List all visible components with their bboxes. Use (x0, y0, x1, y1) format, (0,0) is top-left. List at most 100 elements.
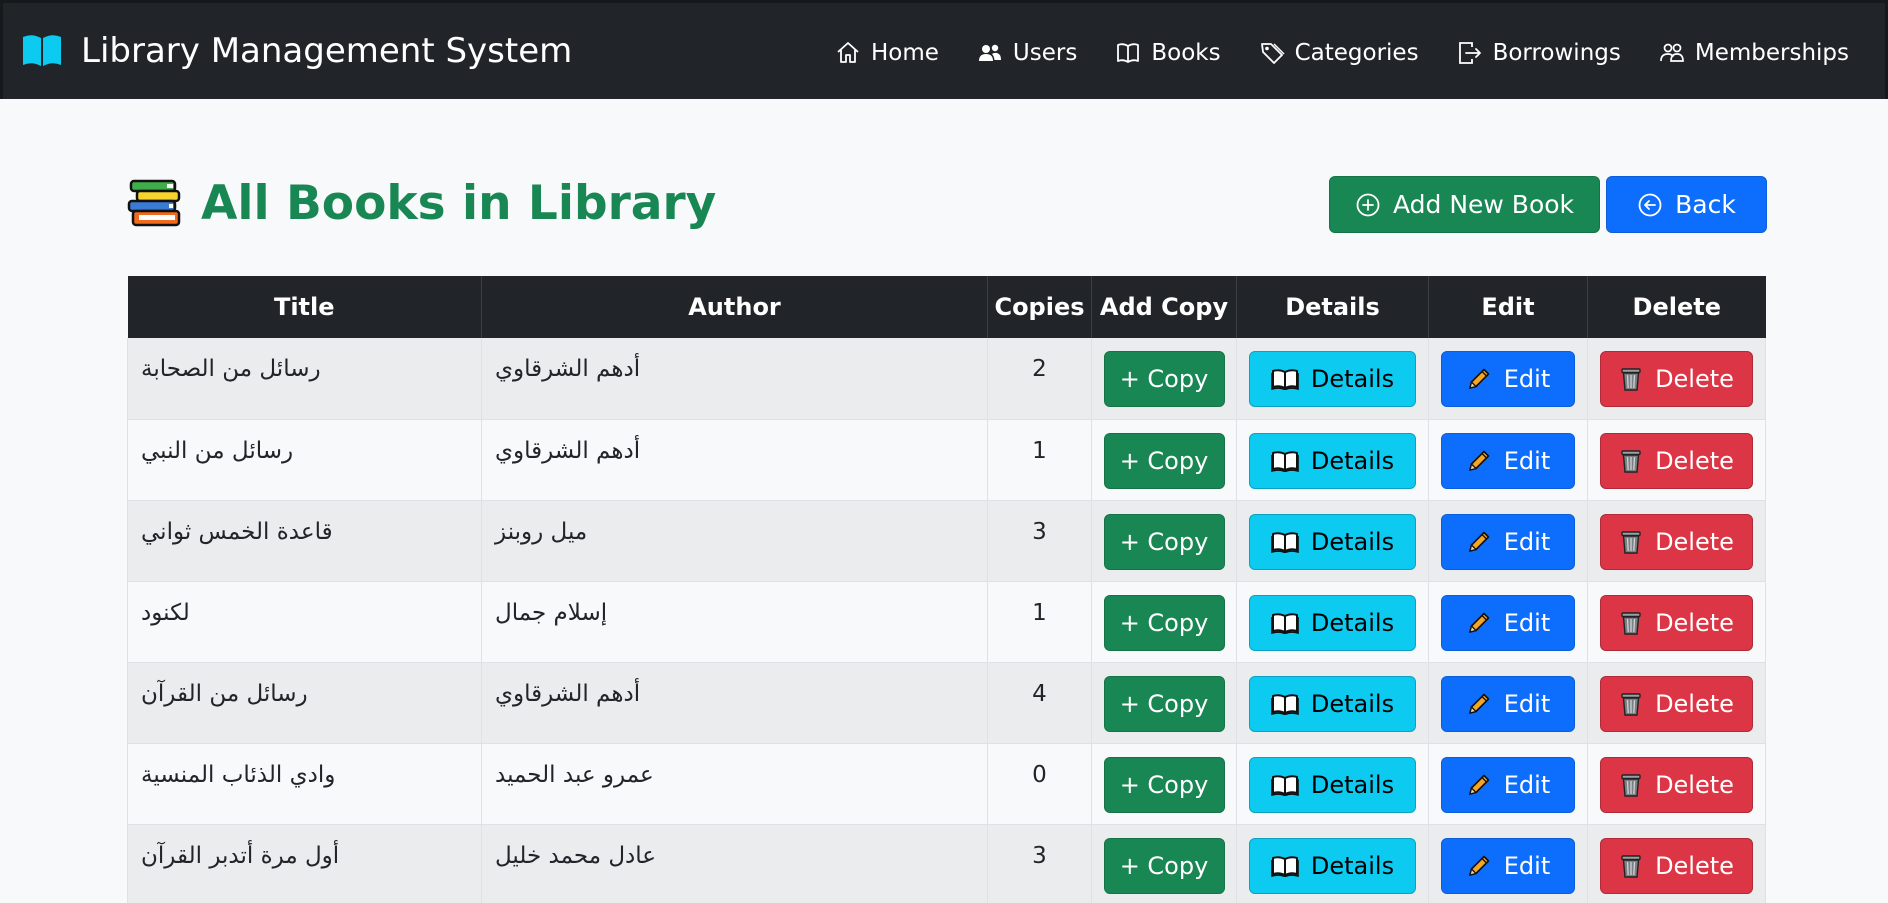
column-header-copies: Copies (987, 276, 1092, 338)
edit-button[interactable]: Edit (1441, 675, 1575, 732)
add-copy-label: + Copy (1119, 365, 1209, 393)
cell-title: رسائل من الصحابة (127, 338, 482, 420)
edit-button[interactable]: Edit (1441, 837, 1575, 894)
nav-item-categories[interactable]: Categories (1240, 33, 1438, 73)
nav-item-label: Books (1151, 40, 1221, 66)
details-button[interactable]: Details (1249, 594, 1416, 651)
add-copy-button[interactable]: + Copy (1103, 351, 1225, 407)
book-icon (1271, 369, 1299, 390)
cell-title: لكنود (127, 581, 482, 663)
book-author: ميل روبنز (495, 518, 588, 545)
edit-label: Edit (1503, 527, 1551, 556)
home-icon (837, 42, 859, 63)
pencil-icon (1468, 774, 1490, 795)
cell-details: Details (1236, 662, 1429, 744)
add-copy-button[interactable]: + Copy (1103, 675, 1225, 732)
cell-delete: Delete (1587, 662, 1766, 744)
table-row: لكنود إسلام جمال 1 + Copy Details Edit Delete (127, 581, 1766, 663)
wastebasket-icon (1621, 854, 1641, 878)
open-book-icon (23, 35, 61, 66)
page-title: All Books in Library (127, 176, 716, 231)
book-copies: 2 (1032, 356, 1047, 382)
page-title-text: All Books in Library (201, 176, 717, 231)
pencil-icon (1468, 855, 1490, 876)
book-title: قاعدة الخمس ثواني (141, 518, 333, 545)
details-label: Details (1310, 365, 1395, 393)
cell-author: ميل روبنز (481, 500, 988, 582)
cell-title: أول مرة أتدبر القرآن (127, 824, 482, 903)
cell-edit: Edit (1428, 419, 1588, 501)
add-copy-button[interactable]: + Copy (1103, 513, 1225, 570)
details-button[interactable]: Details (1249, 432, 1416, 489)
details-button[interactable]: Details (1249, 675, 1416, 732)
nav-item-home[interactable]: Home (816, 33, 958, 73)
delete-button[interactable]: Delete (1600, 513, 1753, 570)
box-arrow-right-icon (1458, 42, 1481, 64)
brand-link[interactable]: Library Management System (21, 31, 572, 71)
edit-button[interactable]: Edit (1441, 513, 1575, 570)
book-title: رسائل من القرآن (141, 680, 308, 707)
details-button[interactable]: Details (1249, 837, 1416, 894)
cell-details: Details (1236, 500, 1429, 582)
cell-author: أدهم الشرقاوي (481, 662, 988, 744)
book-copies: 1 (1032, 437, 1047, 464)
book-title: أول مرة أتدبر القرآن (141, 842, 340, 869)
main-nav: Home Users Books Categories Borrowings Member… (816, 33, 1849, 73)
details-button[interactable]: Details (1249, 351, 1416, 407)
book-icon (1117, 43, 1140, 63)
delete-button[interactable]: Delete (1600, 837, 1753, 894)
book-icon (1271, 531, 1299, 553)
edit-button[interactable]: Edit (1441, 351, 1575, 407)
book-icon (1271, 774, 1299, 796)
add-new-book-button[interactable]: Add New Book (1329, 176, 1600, 233)
details-label: Details (1310, 851, 1395, 880)
cell-copies: 0 (987, 743, 1092, 825)
pencil-icon (1468, 368, 1490, 389)
edit-label: Edit (1503, 851, 1551, 880)
book-copies: 3 (1032, 842, 1047, 869)
details-button[interactable]: Details (1249, 756, 1416, 813)
nav-item-memberships[interactable]: Memberships (1640, 33, 1849, 73)
delete-label: Delete (1655, 608, 1734, 637)
books-stack-icon (127, 179, 181, 226)
nav-item-borrowings[interactable]: Borrowings (1438, 33, 1640, 73)
add-copy-button[interactable]: + Copy (1103, 756, 1225, 813)
book-title: رسائل من الصحابة (141, 356, 321, 382)
edit-button[interactable]: Edit (1441, 594, 1575, 651)
edit-button[interactable]: Edit (1441, 756, 1575, 813)
back-button[interactable]: Back (1606, 176, 1767, 233)
delete-button[interactable]: Delete (1600, 756, 1753, 813)
delete-label: Delete (1655, 365, 1734, 393)
book-author: إسلام جمال (495, 599, 608, 626)
nav-item-label: Users (1012, 40, 1078, 66)
delete-button[interactable]: Delete (1600, 675, 1753, 732)
details-button[interactable]: Details (1249, 513, 1416, 570)
cell-title: رسائل من النبي (127, 419, 482, 501)
details-label: Details (1310, 446, 1395, 475)
add-copy-button[interactable]: + Copy (1103, 837, 1225, 894)
cell-add-copy: + Copy (1091, 419, 1237, 501)
cell-author: إسلام جمال (481, 581, 988, 663)
cell-edit: Edit (1428, 338, 1588, 420)
book-author: أدهم الشرقاوي (495, 356, 641, 382)
edit-button[interactable]: Edit (1441, 432, 1575, 489)
add-copy-label: + Copy (1119, 446, 1209, 475)
cell-add-copy: + Copy (1091, 500, 1237, 582)
delete-button[interactable]: Delete (1600, 351, 1753, 407)
wastebasket-icon (1621, 530, 1641, 554)
nav-item-books[interactable]: Books (1096, 33, 1239, 73)
table-row: رسائل من النبي أدهم الشرقاوي 1 + Copy Detail… (127, 419, 1766, 501)
cell-delete: Delete (1587, 743, 1766, 825)
add-copy-button[interactable]: + Copy (1103, 432, 1225, 489)
nav-item-users[interactable]: Users (958, 33, 1096, 73)
table-row: رسائل من الصحابة أدهم الشرقاوي 2 + Copy Deta… (127, 338, 1766, 420)
plus-circle-icon (1356, 193, 1380, 216)
cell-details: Details (1236, 581, 1429, 663)
delete-button[interactable]: Delete (1600, 594, 1753, 651)
pencil-icon (1468, 693, 1490, 714)
add-copy-button[interactable]: + Copy (1103, 594, 1225, 651)
top-navbar: Library Management System Home Users Books… (0, 0, 1888, 99)
column-header-author: Author (481, 276, 988, 338)
delete-button[interactable]: Delete (1600, 432, 1753, 489)
delete-label: Delete (1655, 770, 1734, 799)
